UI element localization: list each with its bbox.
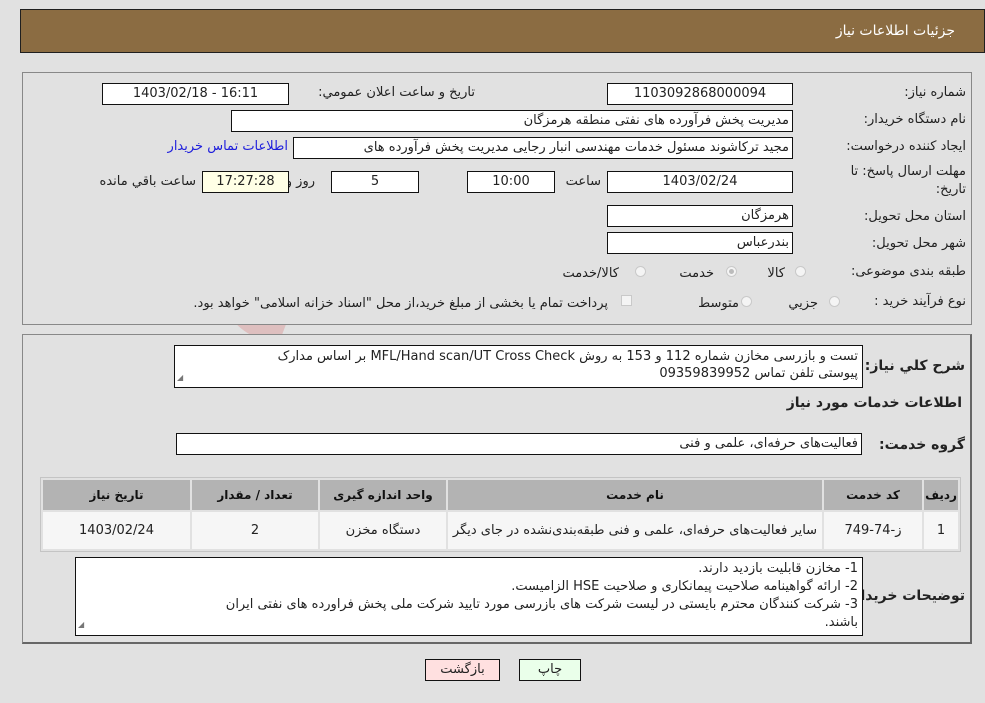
table-row: 1 ز-74-749 سایر فعالیت‌های حرفه‌ای، علمی… [43, 512, 958, 549]
cell-code: ز-74-749 [824, 512, 922, 549]
description-label: شرح كلي نياز: [864, 358, 965, 374]
col-qty: تعداد / مقدار [192, 480, 318, 510]
buyer-note-line: 2- ارائه گواهینامه صلاحیت پیمانکاری و صل… [511, 579, 858, 594]
process-minor-label: جزيي [788, 296, 818, 311]
time-label: ساعت [565, 174, 601, 189]
buyer-note-line: 1- مخازن قابلیت بازدید دارند. [698, 561, 858, 576]
process-radio-medium[interactable] [741, 296, 752, 307]
col-name: نام خدمت [448, 480, 822, 510]
buyer-org-label: نام دستگاه خریدار: [863, 112, 966, 127]
city-label: شهر محل تحویل: [871, 236, 966, 251]
buyer-notes-textarea[interactable]: 1- مخازن قابلیت بازدید دارند. 2- ارائه گ… [75, 557, 863, 636]
col-unit: واحد اندازه گیری [320, 480, 446, 510]
description-line-1: تست و بازرسی مخازن شماره 112 و 153 به رو… [277, 349, 858, 364]
resize-grip-icon[interactable]: ◢ [78, 616, 84, 634]
remaining-label: ساعت باقي مانده [99, 174, 196, 189]
print-button[interactable]: چاپ [519, 659, 581, 681]
table-header-row: رديف كد خدمت نام خدمت واحد اندازه گیری ت… [43, 480, 958, 510]
province-label: استان محل تحویل: [864, 209, 966, 224]
col-code: كد خدمت [824, 480, 922, 510]
back-button[interactable]: بازگشت [425, 659, 500, 681]
services-table: رديف كد خدمت نام خدمت واحد اندازه گیری ت… [40, 477, 961, 552]
category-goods-label: کالا [767, 266, 785, 281]
announce-field: 1403/02/18 - 16:11 [102, 83, 289, 105]
cell-name: سایر فعالیت‌های حرفه‌ای، علمی و فنی طبقه… [448, 512, 822, 549]
need-number-label: شماره نیاز: [904, 85, 966, 100]
city-field: بندرعباس [607, 232, 793, 254]
cell-unit: دستگاه مخزن [320, 512, 446, 549]
deadline-date-field: 1403/02/24 [607, 171, 793, 193]
deadline-label: مهلت ارسال پاسخ: تا [850, 164, 966, 179]
process-medium-label: متوسط [698, 296, 739, 311]
category-label: طبقه بندی موضوعی: [850, 264, 966, 279]
category-radio-service[interactable] [726, 266, 737, 277]
resize-grip-icon[interactable]: ◢ [177, 369, 183, 386]
service-group-label: گروه خدمت: [879, 437, 965, 453]
cell-date: 1403/02/24 [43, 512, 190, 549]
description-textarea[interactable]: تست و بازرسی مخازن شماره 112 و 153 به رو… [174, 345, 863, 388]
service-group-field: فعالیت‌های حرفه‌ای، علمی و فنی [176, 433, 862, 455]
cell-row: 1 [924, 512, 958, 549]
need-number-field: 1103092868000094 [607, 83, 793, 105]
creator-label: ایجاد کننده درخواست: [846, 139, 966, 154]
col-row: رديف [924, 480, 958, 510]
buyer-contact-link[interactable]: اطلاعات تماس خریدار [168, 139, 288, 154]
province-field: هرمزگان [607, 205, 793, 227]
announce-label: تاریخ و ساعت اعلان عمومي: [318, 85, 475, 100]
buyer-note-line: باشند. [824, 615, 858, 630]
deadline-label-2: تاریخ: [935, 182, 966, 197]
days-label: روز و [285, 174, 315, 189]
category-service-label: خدمت [679, 266, 714, 281]
col-date: تاریخ نیاز [43, 480, 190, 510]
days-field: 5 [331, 171, 419, 193]
page-header: جزئیات اطلاعات نیاز [20, 9, 985, 53]
need-panel: شرح كلي نياز: تست و بازرسی مخازن شماره 1… [22, 334, 972, 644]
description-line-2: پیوستی تلفن تماس 09359839952 [659, 366, 858, 381]
services-section-title: اطلاعات خدمات مورد نياز [786, 395, 962, 411]
process-label: نوع فرآیند خرید : [874, 294, 966, 309]
buyer-org-field: مدیریت پخش فرآورده های نفتی منطقه هرمزگا… [231, 110, 793, 132]
page-title: جزئیات اطلاعات نیاز [835, 23, 955, 39]
process-radio-minor[interactable] [829, 296, 840, 307]
creator-field: مجید ترکاشوند مسئول خدمات مهندسی انبار ر… [293, 137, 793, 159]
deadline-time-field: 10:00 [467, 171, 555, 193]
category-radio-goods[interactable] [795, 266, 806, 277]
category-goods-service-label: کالا/خدمت [562, 266, 619, 281]
buyer-note-line: 3- شرکت کنندگان محترم بایستی در لیست شرک… [225, 597, 858, 612]
remaining-time-field: 17:27:28 [202, 171, 289, 193]
treasury-note: پرداخت تمام یا بخشی از مبلغ خرید،از محل … [193, 296, 608, 311]
cell-qty: 2 [192, 512, 318, 549]
category-radio-goods-service[interactable] [635, 266, 646, 277]
details-panel: شماره نیاز: 1103092868000094 تاریخ و ساع… [22, 72, 972, 325]
buyer-notes-label: توضیحات خریدار: [846, 588, 965, 604]
treasury-checkbox[interactable] [621, 295, 632, 306]
